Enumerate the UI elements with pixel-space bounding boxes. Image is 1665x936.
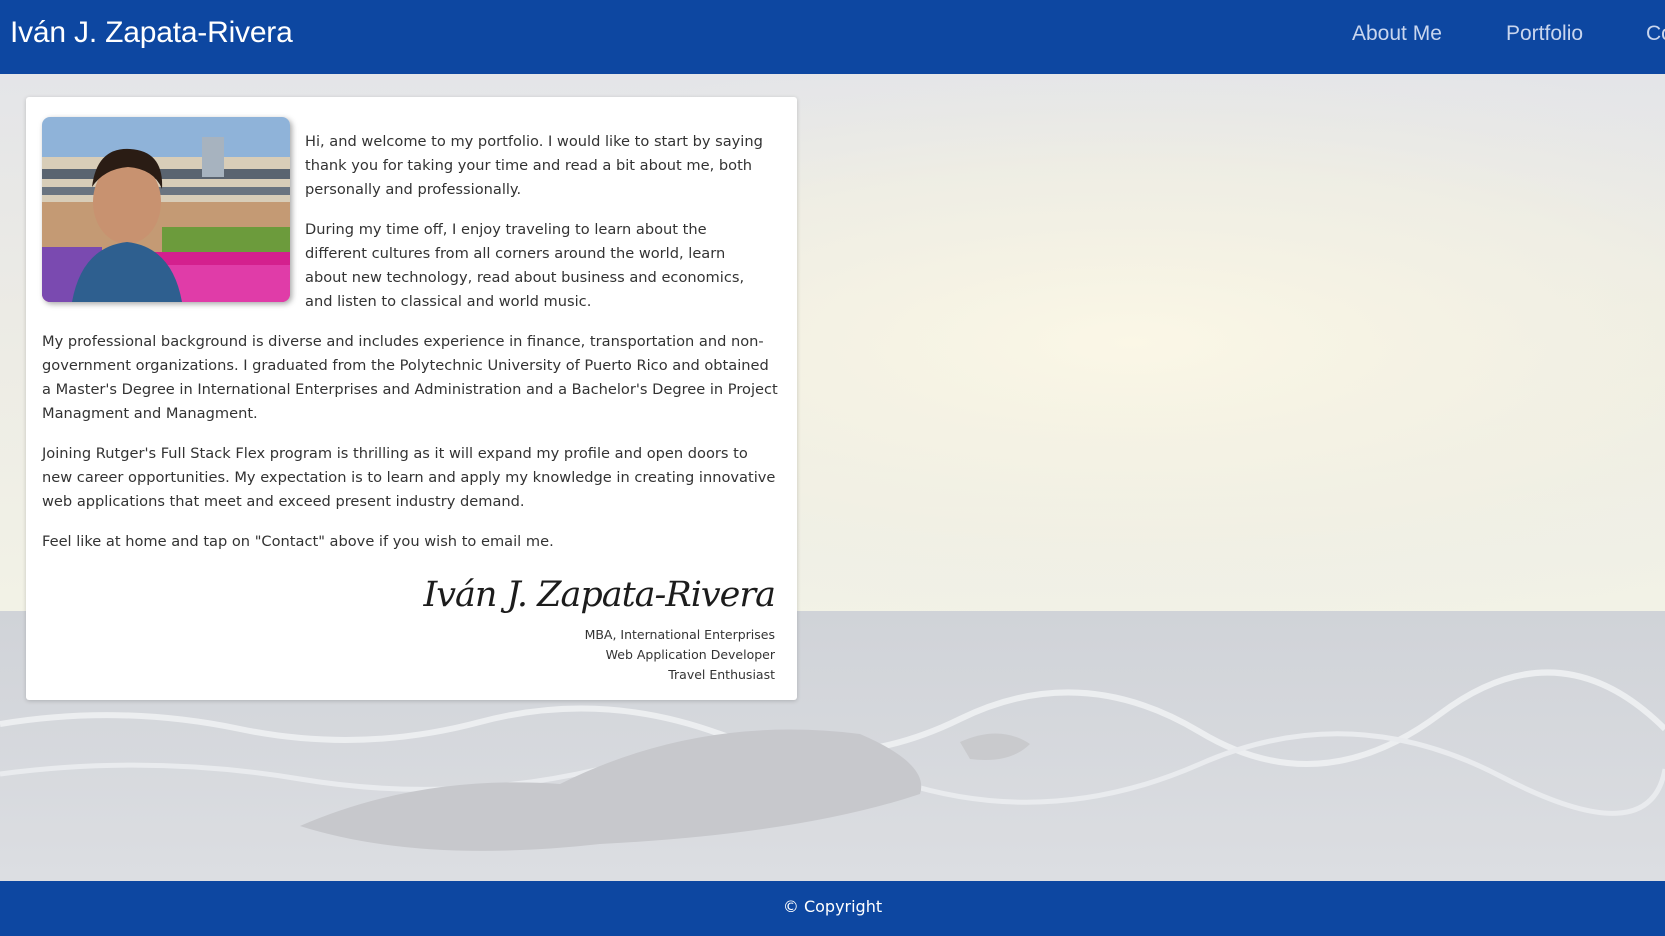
copyright-text: © Copyright bbox=[782, 897, 883, 916]
credential-item: Travel Enthusiast bbox=[668, 667, 775, 682]
credentials-list: MBA, International Enterprises Web Appli… bbox=[585, 625, 775, 685]
signature: Iván J. Zapata-Rivera bbox=[423, 575, 776, 615]
about-me-card: Hi, and welcome to my portfolio. I would… bbox=[26, 97, 797, 700]
nav-about-me[interactable]: About Me bbox=[1352, 22, 1442, 46]
about-paragraph: My professional background is diverse an… bbox=[42, 333, 778, 422]
profile-photo bbox=[42, 117, 290, 302]
site-footer: © Copyright bbox=[0, 881, 1665, 936]
about-paragraph: Hi, and welcome to my portfolio. I would… bbox=[305, 133, 763, 198]
site-header: Iván J. Zapata-Rivera About Me Portfolio… bbox=[0, 0, 1665, 74]
credential-item: MBA, International Enterprises bbox=[584, 627, 775, 642]
nav-contact[interactable]: Co bbox=[1646, 22, 1665, 46]
about-paragraph: Feel like at home and tap on "Contact" a… bbox=[42, 533, 554, 550]
main-nav: About Me Portfolio Co bbox=[0, 22, 1665, 52]
nav-portfolio[interactable]: Portfolio bbox=[1506, 22, 1583, 46]
about-paragraph: Joining Rutger's Full Stack Flex program… bbox=[42, 445, 776, 510]
about-paragraph: During my time off, I enjoy traveling to… bbox=[305, 221, 745, 310]
credential-item: Web Application Developer bbox=[605, 647, 775, 662]
